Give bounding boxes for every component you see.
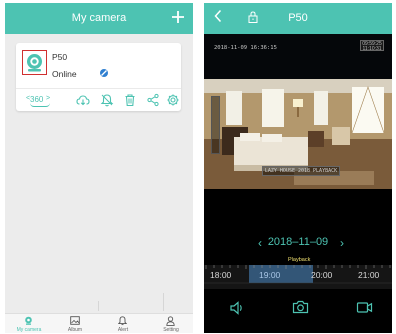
camera-icon (25, 316, 32, 325)
bell-icon (118, 316, 127, 326)
album-icon (70, 316, 80, 325)
top-bar: My camera (5, 3, 193, 34)
camera-thumbnail[interactable] (22, 50, 47, 75)
page-title: P50 (288, 12, 308, 24)
top-bar: P50 (204, 3, 392, 34)
camera-status: Online (52, 69, 77, 79)
bottom-tab-bar: My camera Album Alert Setting (5, 313, 193, 333)
playback-label: Playback (288, 257, 311, 263)
alarm-bell-icon[interactable] (100, 93, 114, 107)
person-icon (166, 316, 175, 326)
add-camera-button[interactable] (169, 6, 187, 28)
cloud-download-icon[interactable] (76, 93, 90, 107)
view-360-button[interactable]: 360 < > (26, 95, 50, 109)
date-selector: ‹ 2018–11–09 › (204, 236, 392, 250)
next-day-button[interactable]: › (340, 236, 344, 250)
tab-label: Setting (163, 327, 179, 333)
trash-icon[interactable] (123, 93, 137, 107)
scroll-indicator (163, 293, 164, 311)
selected-date: 2018–11–09 (267, 236, 329, 248)
speaker-icon[interactable] (229, 300, 245, 316)
snapshot-camera-icon[interactable] (292, 299, 309, 315)
page-title: My camera (71, 12, 127, 24)
camera-playback-screen: P50 2018-11-09 16:36:15 09:59:25 11:10:3… (204, 3, 392, 333)
timeline-label: 19:00 (259, 270, 281, 280)
camera-action-bar: 360 < > (16, 88, 181, 111)
player-toolbar (204, 297, 392, 321)
video-side-overlay (211, 96, 220, 154)
webcam-icon (27, 54, 42, 72)
timeline-label: 20:00 (311, 270, 333, 280)
record-video-icon[interactable] (356, 300, 373, 315)
camera-list-screen: My camera P50 Online 360 < > My camera A… (5, 3, 193, 333)
video-info-text: 09:59:25 11:10:31 (362, 40, 382, 52)
gear-icon[interactable] (166, 93, 180, 107)
tab-label: My camera (16, 327, 42, 333)
app-screenshot: My camera P50 Online 360 < > My camera A… (0, 0, 396, 334)
camera-card[interactable]: P50 Online 360 < > (16, 43, 181, 111)
video-timestamp: 2018-11-09 16:36:15 (214, 45, 277, 51)
tab-label: Alert (117, 327, 129, 333)
share-icon[interactable] (146, 93, 160, 107)
playback-timeline[interactable]: Playback 18:00 19:00 20:00 21:00 (204, 257, 392, 289)
scroll-indicator (98, 301, 99, 311)
previous-day-button[interactable]: ‹ (258, 236, 262, 250)
timeline-label: 21:00 (358, 270, 380, 280)
tab-label: Album (67, 327, 83, 333)
timeline-label: 18:00 (210, 270, 232, 280)
video-player[interactable]: 2018-11-09 16:36:15 09:59:25 11:10:31 LA… (204, 34, 392, 189)
video-info-badge: 09:59:25 11:10:31 (360, 40, 384, 51)
camera-name: P50 (52, 52, 68, 62)
plus-icon (172, 11, 184, 23)
status-icon (100, 69, 108, 77)
video-camera-label: LAZY HOUSE 2018 PLAYBACK (262, 166, 340, 176)
